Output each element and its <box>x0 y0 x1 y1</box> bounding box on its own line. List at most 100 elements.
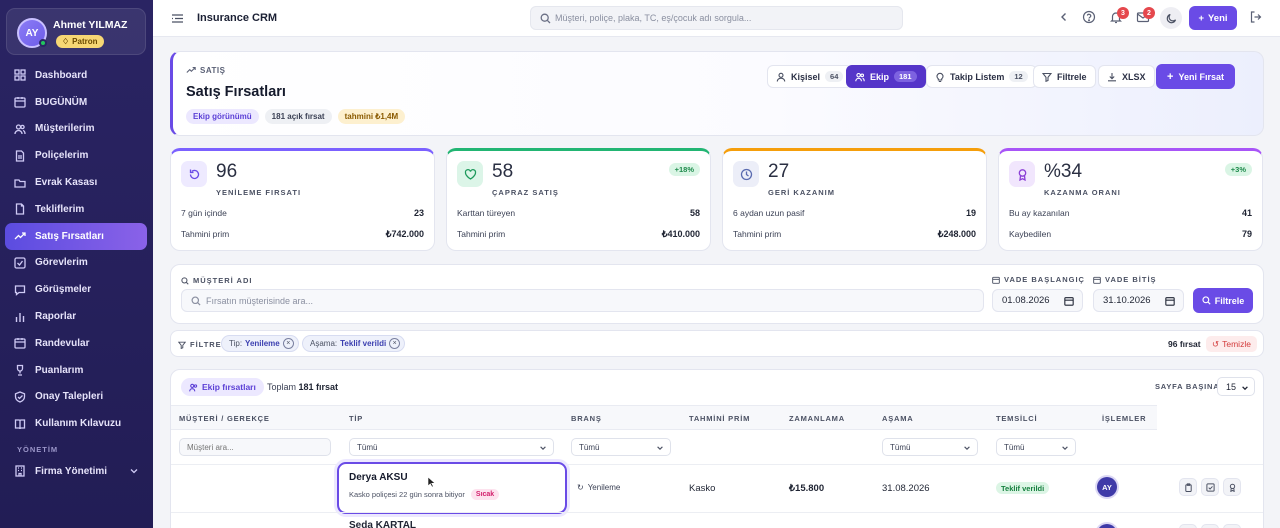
end-date-value: 31.10.2026 <box>1103 295 1151 306</box>
clear-filters-button[interactable]: ↺ Temizle <box>1206 336 1257 352</box>
stat-row: 6 aydan uzun pasif 19 <box>733 208 976 218</box>
column-header[interactable]: BRANŞ <box>571 414 602 423</box>
customer-column-filter-input[interactable] <box>187 439 327 455</box>
topbar: Insurance CRM 3 2 + Yeni <box>153 0 1280 37</box>
download-icon <box>1108 72 1116 81</box>
column-header[interactable]: ZAMANLAMA <box>789 414 845 423</box>
bulb-icon <box>936 72 944 82</box>
clear-label: Temizle <box>1222 339 1251 349</box>
stat-row-label: 6 aydan uzun pasif <box>733 208 805 218</box>
filter-chip-type[interactable]: Tip: Yenileme × <box>221 335 299 352</box>
end-date-input[interactable]: 31.10.2026 <box>1093 289 1184 312</box>
award-button[interactable] <box>1223 478 1241 496</box>
label-text: MÜŞTERİ ADI <box>193 276 253 285</box>
new-button[interactable]: + Yeni <box>1189 6 1237 30</box>
users-icon <box>855 72 865 81</box>
remove-chip-icon[interactable]: × <box>282 338 294 349</box>
trend-up-icon <box>186 66 196 73</box>
customer-filter-input[interactable] <box>206 290 976 311</box>
rep-avatar[interactable]: AY <box>1097 477 1117 497</box>
timing-cell: 31.08.2026 <box>882 483 930 494</box>
type-column-filter[interactable]: Tümü <box>349 438 554 456</box>
sidebar-item-puanlarim[interactable]: Puanlarım <box>5 357 147 384</box>
user-profile-card[interactable]: AY Ahmet YILMAZ ♢ Patron <box>6 8 146 55</box>
personal-scope-button[interactable]: Kişisel 64 <box>767 65 853 88</box>
apply-filter-button[interactable]: Filtrele <box>1193 288 1253 313</box>
rep-column-filter[interactable]: Tümü <box>996 438 1076 456</box>
label-text: VADE BAŞLANGIÇ <box>1004 275 1085 284</box>
page-title: Satış Fırsatları <box>186 84 286 100</box>
filter-icon <box>178 341 186 349</box>
award-button[interactable] <box>1223 524 1241 528</box>
edit-button[interactable] <box>1201 478 1219 496</box>
stat-value: 96 <box>216 161 238 182</box>
column-header[interactable]: MÜŞTERİ / GEREKÇE <box>179 414 270 423</box>
sidebar-item-gorusmeler[interactable]: Görüşmeler <box>5 276 147 303</box>
theme-toggle[interactable] <box>1160 7 1182 29</box>
stat-card-cross-sell[interactable]: 58 ÇAPRAZ SATIŞ +18% Karttan türeyen 58 T… <box>446 148 711 251</box>
sidebar-item-musterilerim[interactable]: Müşterilerim <box>5 116 147 143</box>
follow-list-button[interactable]: Takip Listem 12 <box>926 65 1037 88</box>
sidebar-item-tekliflerim[interactable]: Tekliflerim <box>5 196 147 223</box>
customer-name[interactable]: Derya AKSU <box>349 472 408 483</box>
stage-column-filter[interactable]: Tümü <box>882 438 978 456</box>
edit-button[interactable] <box>1201 524 1219 528</box>
sidebar-item-randevular[interactable]: Randevular <box>5 330 147 357</box>
team-opportunities-tab[interactable]: Ekip fırsatları <box>181 378 264 396</box>
hot-tag: Sıcak <box>470 489 500 500</box>
stat-row: Karttan türeyen 58 <box>457 208 700 218</box>
stat-value: 27 <box>768 161 790 182</box>
grid-icon <box>14 69 26 82</box>
page-size-value: 15 <box>1226 381 1237 392</box>
chevron-left-icon[interactable] <box>1057 10 1071 24</box>
page-size-select[interactable]: 15 <box>1217 377 1255 396</box>
sidebar-item-policelerim[interactable]: Poliçelerim <box>5 142 147 169</box>
calendar-icon <box>14 97 26 108</box>
logout-icon[interactable] <box>1249 10 1263 24</box>
stat-row: Bu ay kazanılan 41 <box>1009 208 1252 218</box>
column-header[interactable]: TİP <box>349 414 363 423</box>
new-opportunity-button[interactable]: + Yeni Fırsat <box>1156 64 1235 89</box>
refresh-icon <box>189 169 199 179</box>
rep-avatar[interactable] <box>1097 524 1117 528</box>
sidebar-item-kullanim-kilavuzu[interactable]: Kullanım Kılavuzu <box>5 410 147 437</box>
export-xlsx-button[interactable]: XLSX <box>1098 65 1155 88</box>
sidebar-item-gorevlerim[interactable]: Görevlerim <box>5 250 147 277</box>
stat-card-renewal[interactable]: 96 YENİLEME FIRSATI 7 gün içinde 23 Tahmi… <box>170 148 435 251</box>
label-text: VADE BİTİŞ <box>1105 275 1157 284</box>
column-header[interactable]: AŞAMA <box>882 414 914 423</box>
stat-label: YENİLEME FIRSATI <box>216 188 302 197</box>
table-row[interactable]: Derya AKSU Kasko poliçesi 22 gün sonra b… <box>337 462 567 514</box>
branch-column-filter[interactable]: Tümü <box>571 438 671 456</box>
customer-column-filter[interactable] <box>179 438 331 456</box>
sidebar-item-evrak-kasasi[interactable]: Evrak Kasası <box>5 169 147 196</box>
stat-card-win-rate[interactable]: %34 KAZANMA ORANI +3% Bu ay kazanılan 41 … <box>998 148 1263 251</box>
start-date-input[interactable]: 01.08.2026 <box>992 289 1083 312</box>
customer-name[interactable]: Seda KARTAL <box>349 520 416 528</box>
sidebar-item-dashboard[interactable]: Dashboard <box>5 62 147 89</box>
stat-card-winback[interactable]: 27 GERİ KAZANIM 6 aydan uzun pasif 19 Tah… <box>722 148 987 251</box>
table-header: MÜŞTERİ / GEREKÇE TİP BRANŞ TAHMİNİ PRİM… <box>171 405 1157 430</box>
sidebar-item-raporlar[interactable]: Raporlar <box>5 303 147 330</box>
sidebar-item-firma-yonetimi[interactable]: Firma Yönetimi <box>5 458 147 484</box>
copy-button[interactable] <box>1179 478 1197 496</box>
column-header[interactable]: TEMSİLCİ <box>996 414 1037 423</box>
help-icon[interactable] <box>1082 10 1096 24</box>
customer-filter-field[interactable] <box>181 289 984 312</box>
search-input[interactable] <box>555 7 895 29</box>
sidebar-item-onay-talepleri[interactable]: Onay Talepleri <box>5 384 147 411</box>
remove-chip-icon[interactable]: × <box>389 338 401 349</box>
team-scope-button[interactable]: Ekip 181 <box>846 65 926 88</box>
global-search[interactable] <box>530 6 903 30</box>
filter-chip-stage[interactable]: Aşama: Teklif verildi × <box>302 335 406 352</box>
column-header[interactable]: TAHMİNİ PRİM <box>689 414 750 423</box>
filter-button[interactable]: Filtrele <box>1033 65 1096 88</box>
menu-icon[interactable] <box>171 12 184 25</box>
sidebar-item-label: Görüşmeler <box>35 284 92 296</box>
folder-icon <box>14 178 26 188</box>
sidebar-item-satis-firsatlari[interactable]: Satış Fırsatları <box>5 222 147 250</box>
role-badge: ♢ Patron <box>56 35 104 48</box>
copy-button[interactable] <box>1179 524 1197 528</box>
sidebar-item-bugunum[interactable]: BUGÜNÜM <box>5 89 147 116</box>
moon-icon <box>1166 13 1176 23</box>
